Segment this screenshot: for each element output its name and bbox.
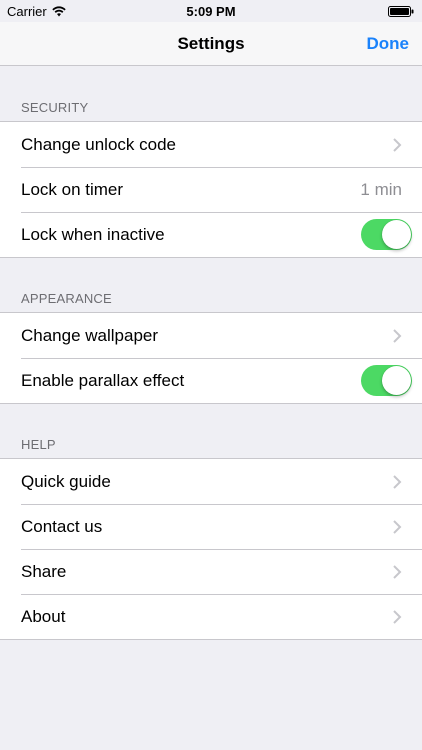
section-header-security: SECURITY: [21, 100, 89, 115]
row-label: Contact us: [21, 516, 103, 536]
row-label: Quick guide: [21, 471, 111, 491]
chevron-right-icon: [393, 137, 402, 152]
chevron-right-icon: [393, 564, 402, 579]
section-header-appearance: APPEARANCE: [21, 291, 112, 306]
done-button[interactable]: Done: [367, 34, 410, 54]
toggle-knob: [382, 366, 411, 395]
row-lock-on-timer[interactable]: Lock on timer 1 min: [0, 167, 422, 212]
row-label: About: [21, 606, 66, 626]
row-change-unlock-code[interactable]: Change unlock code: [0, 122, 422, 167]
toggle-knob: [382, 220, 411, 249]
chevron-right-icon: [393, 609, 402, 624]
row-share[interactable]: Share: [0, 549, 422, 594]
row-quick-guide[interactable]: Quick guide: [0, 459, 422, 504]
help-group: Quick guide Contact us Share About: [0, 458, 422, 640]
row-label: Change wallpaper: [21, 325, 159, 345]
lock-when-inactive-toggle[interactable]: [361, 219, 412, 250]
row-about[interactable]: About: [0, 594, 422, 639]
row-label: Lock on timer: [21, 179, 124, 199]
row-lock-when-inactive: Lock when inactive: [0, 212, 422, 257]
row-label: Share: [21, 561, 67, 581]
appearance-group: Change wallpaper Enable parallax effect: [0, 312, 422, 404]
chevron-right-icon: [393, 328, 402, 343]
security-group: Change unlock code Lock on timer 1 min L…: [0, 121, 422, 258]
page-title: Settings: [177, 34, 245, 53]
row-label: Enable parallax effect: [21, 370, 185, 390]
lock-timer-value: 1 min: [360, 179, 402, 199]
row-contact-us[interactable]: Contact us: [0, 504, 422, 549]
navigation-bar: Settings Done: [0, 22, 422, 66]
row-change-wallpaper[interactable]: Change wallpaper: [0, 313, 422, 358]
status-bar: Carrier 5:09 PM: [0, 0, 422, 22]
chevron-right-icon: [393, 519, 402, 534]
row-enable-parallax: Enable parallax effect: [0, 358, 422, 403]
section-header-help: HELP: [21, 437, 56, 452]
chevron-right-icon: [393, 474, 402, 489]
row-label: Lock when inactive: [21, 224, 165, 244]
battery-icon: [388, 6, 414, 17]
row-label: Change unlock code: [21, 134, 177, 154]
parallax-toggle[interactable]: [361, 365, 412, 396]
clock: 5:09 PM: [186, 4, 236, 19]
